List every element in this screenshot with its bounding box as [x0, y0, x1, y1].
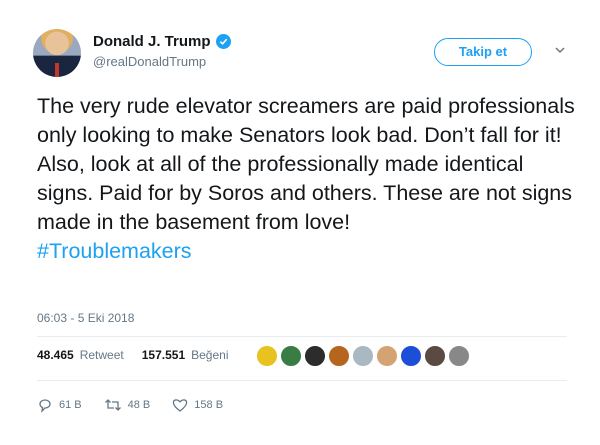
retweets-label[interactable]: Retweet — [80, 348, 124, 362]
reply-action[interactable]: 61 B — [37, 397, 82, 413]
retweet-icon — [104, 399, 121, 411]
tweet-text: The very rude elevator screamers are pai… — [37, 92, 577, 266]
liker-avatar-4[interactable] — [328, 345, 350, 367]
chevron-down-icon[interactable] — [554, 44, 566, 56]
tweet-body: The very rude elevator screamers are pai… — [37, 94, 575, 234]
liker-avatar-7[interactable] — [400, 345, 422, 367]
liker-avatar-6[interactable] — [376, 345, 398, 367]
like-action[interactable]: 158 B — [172, 397, 223, 413]
retweet-action[interactable]: 48 B — [104, 397, 151, 413]
reply-icon — [39, 399, 51, 413]
heart-icon — [173, 399, 188, 412]
liker-avatar-8[interactable] — [424, 345, 446, 367]
liker-avatar-5[interactable] — [352, 345, 374, 367]
engagement-stats: 48.465 Retweet 157.551 Beğeni — [37, 348, 229, 362]
like-count: 158 B — [194, 399, 224, 411]
liker-avatar-2[interactable] — [280, 345, 302, 367]
tweet-timestamp[interactable]: 06:03 - 5 Eki 2018 — [37, 311, 134, 325]
author-name-row[interactable]: Donald J. Trump — [93, 33, 231, 50]
follow-button[interactable]: Takip et — [434, 38, 532, 66]
author-handle[interactable]: @realDonaldTrump — [93, 54, 206, 69]
divider — [37, 336, 567, 337]
likes-count[interactable]: 157.551 — [142, 348, 185, 362]
liker-avatar-9[interactable] — [448, 345, 470, 367]
author-name[interactable]: Donald J. Trump — [93, 33, 211, 50]
retweet-count: 48 B — [127, 399, 151, 411]
likers-avatars — [256, 345, 470, 367]
tweet-actions: 61 B 48 B 158 B — [37, 397, 223, 413]
retweets-count[interactable]: 48.465 — [37, 348, 74, 362]
likes-label[interactable]: Beğeni — [191, 348, 228, 362]
liker-avatar-3[interactable] — [304, 345, 326, 367]
reply-count: 61 B — [59, 399, 82, 411]
verified-badge-icon — [215, 34, 231, 49]
author-avatar[interactable] — [33, 29, 81, 77]
divider — [37, 380, 567, 381]
liker-avatar-1[interactable] — [256, 345, 278, 367]
hashtag-link[interactable]: #Troublemakers — [37, 239, 192, 263]
